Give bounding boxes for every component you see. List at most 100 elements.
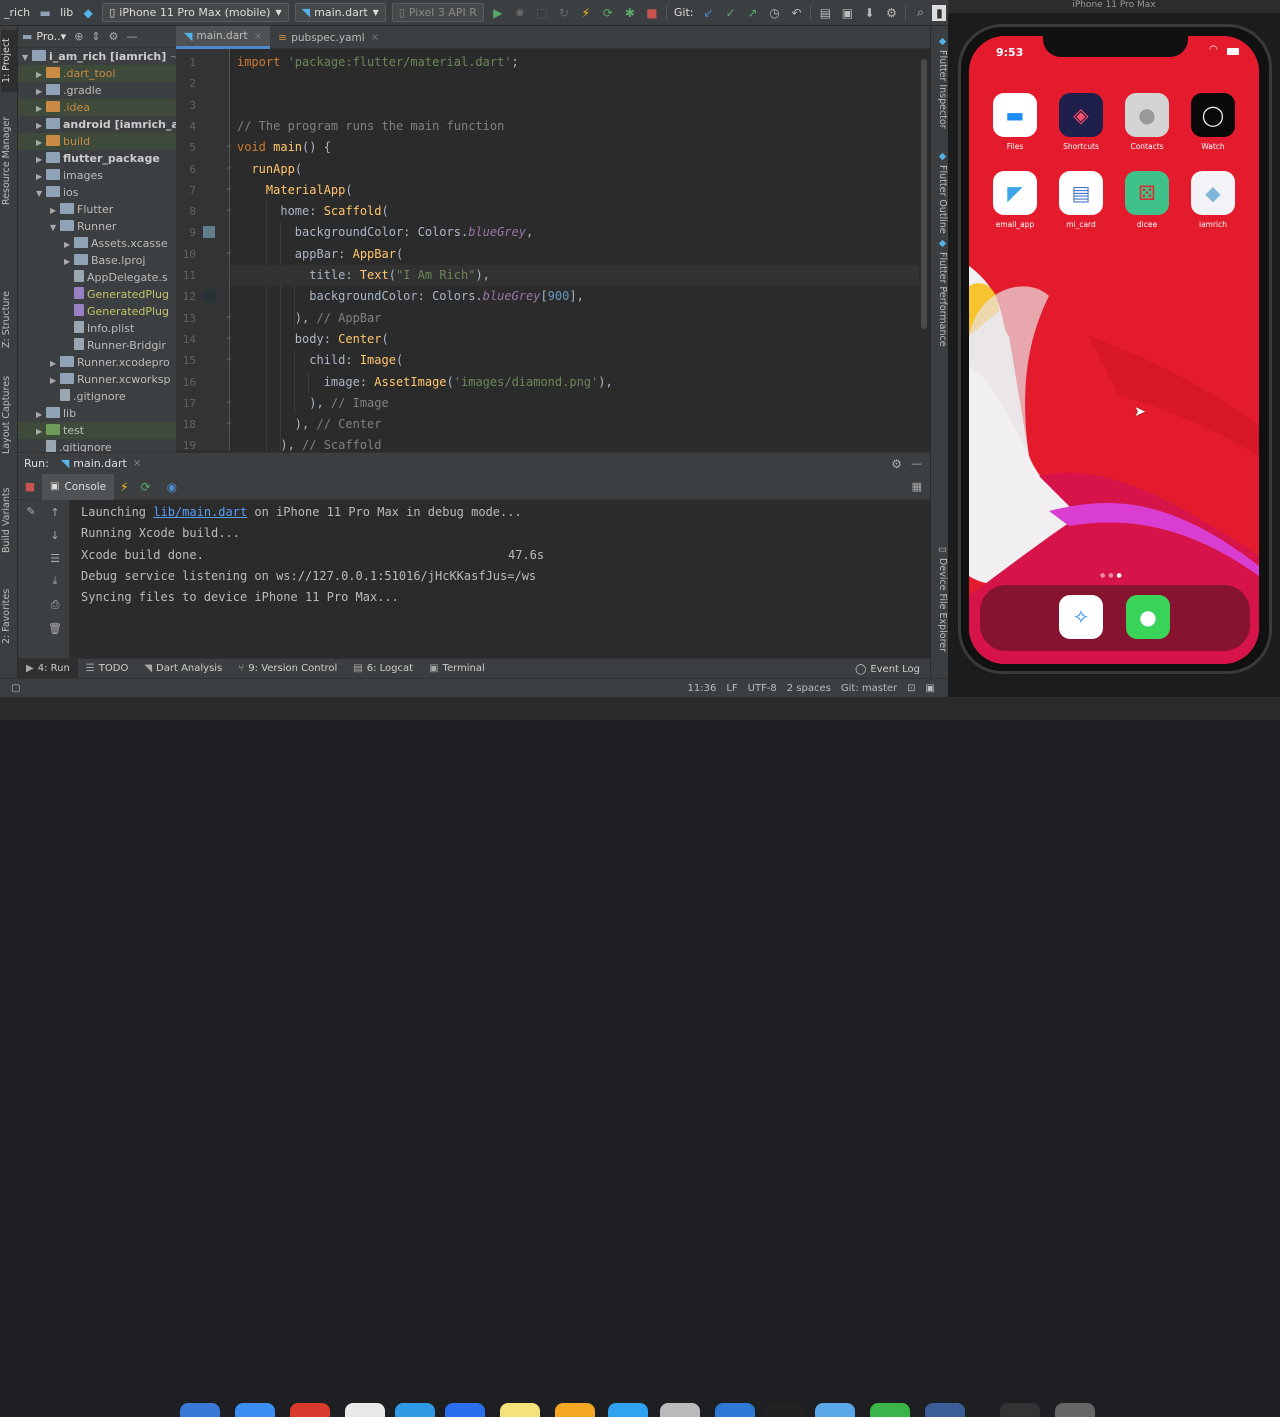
expand-arrow-icon[interactable]: ▶ (36, 134, 46, 151)
home-app[interactable]: ▬ Files (992, 93, 1038, 151)
tree-item[interactable]: Runner-Bridgir (18, 337, 176, 354)
hot-restart-icon[interactable]: ⟳ (141, 480, 151, 494)
bottom-tab-run[interactable]: ▶ 4: Run (18, 658, 78, 679)
code-line[interactable]: ), // AppBar (237, 308, 382, 329)
resource-manager-tab[interactable]: Resource Manager (1, 106, 17, 216)
code-line[interactable]: MaterialApp( (237, 180, 353, 201)
project-name[interactable]: _rich (0, 6, 34, 19)
trash-icon[interactable]: 🗑 (46, 619, 64, 637)
tree-item[interactable]: ▶ .idea (18, 99, 176, 116)
collapse-icon[interactable]: ⇕ (91, 30, 100, 43)
run-tab-main-dart[interactable]: ◥ main.dart × (53, 457, 149, 470)
system-preferences-icon[interactable] (660, 1403, 700, 1417)
expand-arrow-icon[interactable]: ▶ (36, 100, 46, 117)
expand-arrow-icon[interactable]: ▶ (36, 168, 46, 185)
code-line[interactable]: image: AssetImage('images/diamond.png'), (237, 372, 613, 393)
avd-manager-icon[interactable]: ▣ (837, 3, 857, 23)
tree-item[interactable]: GeneratedPlug (18, 303, 176, 320)
bottom-tab-todo[interactable]: ☰ TODO (78, 659, 137, 679)
tree-item[interactable]: ▶ images (18, 167, 176, 184)
code-line[interactable]: backgroundColor: Colors.blueGrey[900], (237, 286, 584, 307)
rollback-icon[interactable]: ↶ (786, 3, 806, 23)
app-store-icon[interactable] (395, 1403, 435, 1417)
bottom-tab-event-log[interactable]: ◯ Event Log (845, 659, 930, 679)
simulator-icon[interactable] (815, 1403, 855, 1417)
home-app[interactable]: ▤ mi_card (1058, 171, 1104, 229)
safari-icon[interactable] (235, 1403, 275, 1417)
project-structure-icon[interactable]: ▤ (815, 3, 835, 23)
pin-icon[interactable]: ✎ (22, 502, 40, 520)
build-variants-tab[interactable]: Build Variants (1, 481, 17, 559)
console-output[interactable]: Launching lib/main.dart on iPhone 11 Pro… (70, 500, 930, 658)
home-app[interactable]: ◯ Watch (1190, 93, 1236, 151)
iphone-home-screen[interactable]: 9:53 ◠ ▬ Files ◈ Shortcuts ● Contacts ◯ Watch ◤ e… (969, 36, 1259, 664)
console-file-link[interactable]: lib/main.dart (153, 505, 247, 519)
gear-icon[interactable]: ⚙ (891, 457, 902, 471)
print-icon[interactable]: ⎙ (46, 596, 64, 614)
dock-app[interactable]: ✧ (1058, 595, 1104, 639)
trash-icon[interactable] (1055, 1403, 1095, 1417)
tree-item[interactable]: ▼ ios (18, 184, 176, 201)
expand-arrow-icon[interactable]: ▶ (50, 355, 60, 372)
git-update-icon[interactable]: ↙ (698, 3, 718, 23)
structure-tool-tab[interactable]: Z: Structure (1, 284, 17, 356)
expand-arrow-icon[interactable]: ▶ (36, 66, 46, 83)
trello-icon[interactable] (445, 1403, 485, 1417)
code-line[interactable]: void main() { (237, 137, 331, 158)
expand-arrow-icon[interactable]: ▼ (36, 185, 46, 202)
home-app[interactable]: ⚄ dicee (1124, 171, 1170, 229)
code-line[interactable]: runApp( (237, 159, 302, 180)
gear-icon[interactable]: ⚙ (109, 30, 119, 43)
close-icon[interactable]: × (254, 31, 262, 42)
tree-item[interactable]: ▶ Base.lproj (18, 252, 176, 269)
soft-wrap-icon[interactable]: ☰ (46, 549, 64, 567)
git-commit-icon[interactable]: ✓ (720, 3, 740, 23)
history-icon[interactable]: ◷ (764, 3, 784, 23)
file-encoding[interactable]: UTF-8 (748, 683, 777, 694)
dock-app[interactable]: ● (1125, 595, 1171, 639)
chrome-icon[interactable] (290, 1403, 330, 1417)
android-studio-icon[interactable] (870, 1403, 910, 1417)
breadcrumb-lib[interactable]: lib (56, 6, 77, 19)
code-editor[interactable]: import 'package:flutter/material.dart'; … (231, 49, 919, 451)
bug-icon[interactable]: ✱ (620, 3, 640, 23)
expand-arrow-icon[interactable]: ▶ (36, 423, 46, 440)
expand-arrow-icon[interactable]: ▶ (64, 253, 74, 270)
expand-arrow-icon[interactable]: ▶ (36, 406, 46, 423)
flutter-outline-tab[interactable]: ◆ Flutter Outline (932, 151, 948, 241)
slack-icon[interactable] (345, 1403, 385, 1417)
arrow-up-icon[interactable]: ↑ (46, 503, 64, 521)
stop-icon[interactable]: ■ (18, 480, 42, 493)
home-app[interactable]: ● Contacts (1124, 93, 1170, 151)
run-config-selector[interactable]: ◥ main.dart ▼ (294, 3, 386, 22)
locate-icon[interactable]: ⊕ (74, 30, 83, 43)
tree-item[interactable]: ▶ lib (18, 405, 176, 422)
vscode-icon[interactable] (715, 1403, 755, 1417)
expand-arrow-icon[interactable]: ▶ (50, 372, 60, 389)
more-icon[interactable]: ▮ (932, 4, 947, 21)
bottom-tab-terminal[interactable]: ▣ Terminal (421, 659, 493, 679)
tree-item[interactable]: ▶ Runner.xcworksp (18, 371, 176, 388)
tree-item[interactable]: ▶ Runner.xcodepro (18, 354, 176, 371)
project-view-selector[interactable]: Pro..▾ (36, 30, 66, 43)
editor-tab[interactable]: ◥ main.dart × (176, 26, 270, 49)
stop-icon[interactable]: ■ (642, 3, 662, 23)
line-separator[interactable]: LF (726, 683, 737, 694)
expand-arrow-icon[interactable]: ▶ (36, 151, 46, 168)
code-line[interactable]: // The program runs the main function (237, 116, 504, 137)
debug-icon[interactable]: ✹ (510, 3, 530, 23)
code-line[interactable]: backgroundColor: Colors.blueGrey, (237, 222, 533, 243)
code-line[interactable]: appBar: AppBar( (237, 244, 403, 265)
code-line[interactable]: title: Text("I Am Rich"), (231, 265, 919, 286)
expand-arrow-icon[interactable]: ▶ (50, 202, 60, 219)
tree-item[interactable]: GeneratedPlug (18, 286, 176, 303)
run-icon[interactable]: ▶ (488, 3, 508, 23)
bottom-tab-dart-analysis[interactable]: ◥ Dart Analysis (136, 659, 230, 679)
device-selector[interactable]: ▯ iPhone 11 Pro Max (mobile) ▼ (102, 3, 289, 22)
bottom-tab-version-control[interactable]: ⑂ 9: Version Control (230, 659, 345, 679)
scrollbar-thumb[interactable] (921, 59, 927, 329)
tree-item[interactable]: ▶ flutter_package (18, 150, 176, 167)
device-file-explorer-tab[interactable]: ▭ Device File Explorer (932, 544, 948, 674)
downloads-icon[interactable] (1000, 1403, 1040, 1417)
tree-item[interactable]: Info.plist (18, 320, 176, 337)
